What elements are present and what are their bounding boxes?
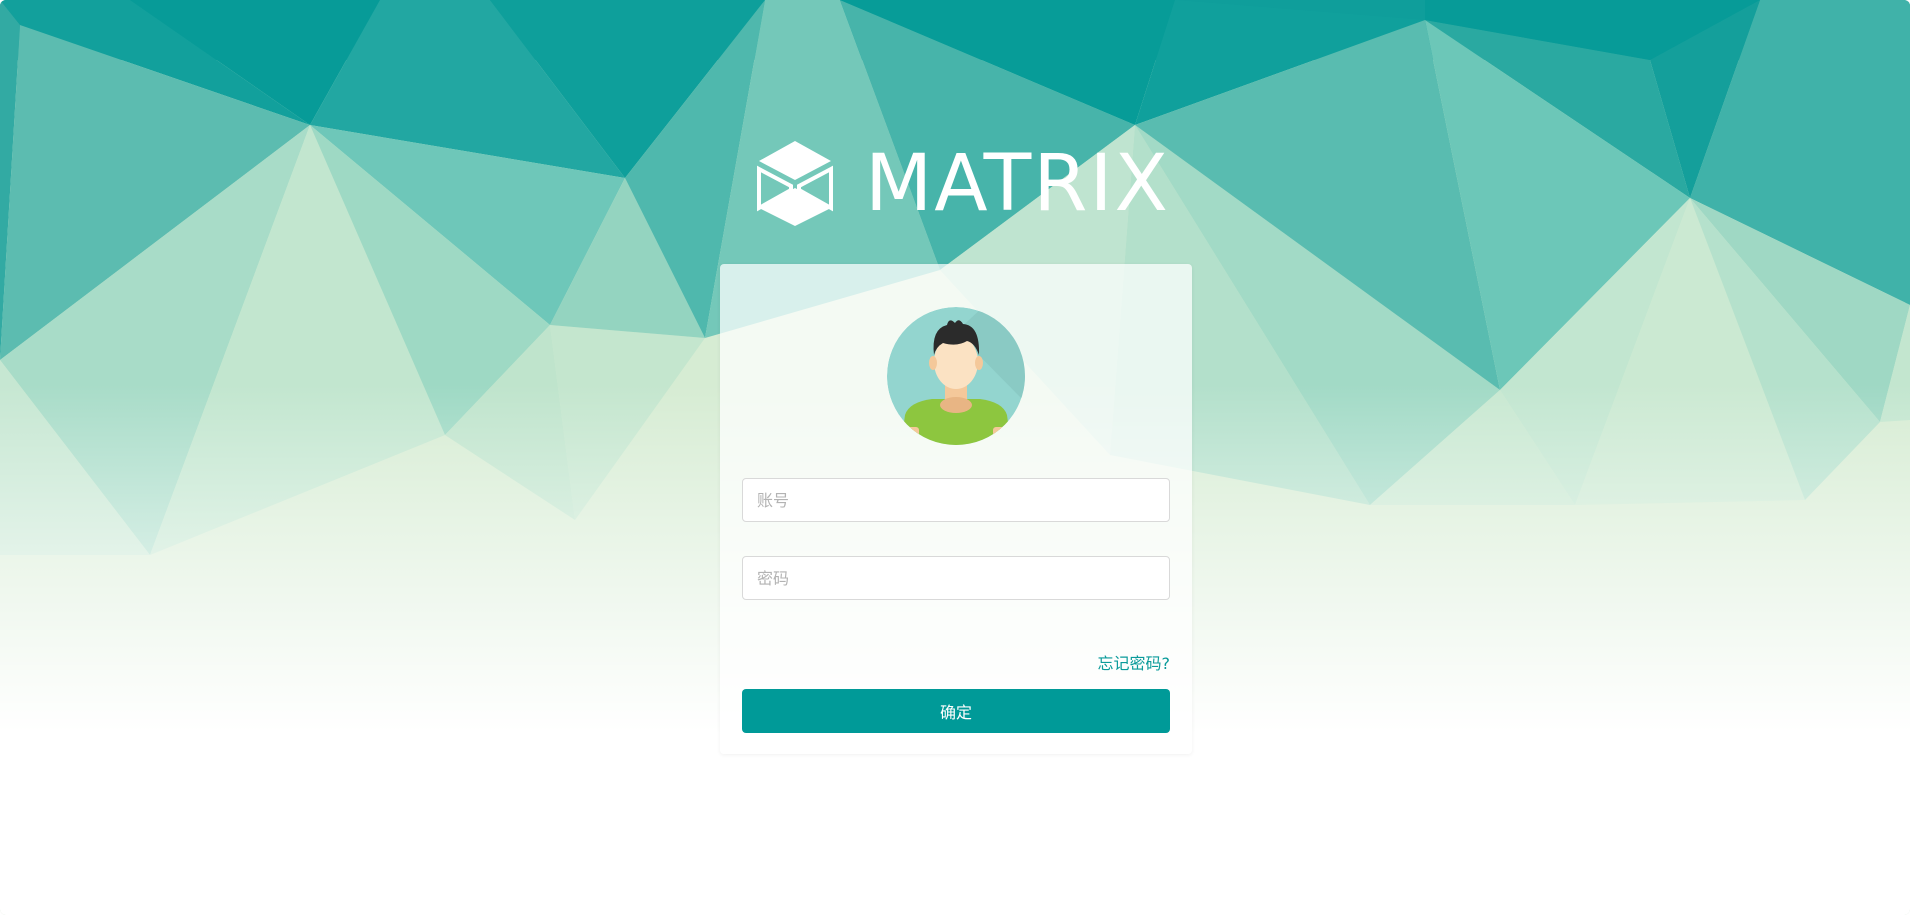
login-page: MATRIX 忘 [0, 0, 1910, 915]
user-avatar-icon [887, 307, 1025, 445]
forgot-password-link[interactable]: 忘记密码? [1098, 650, 1171, 674]
submit-button[interactable]: 确定 [742, 689, 1170, 733]
password-input[interactable] [742, 556, 1170, 600]
brand-name: MATRIX [865, 139, 1170, 229]
account-input[interactable] [742, 478, 1170, 522]
login-card: 忘记密码? 确定 [720, 264, 1192, 754]
cube-logo-icon [757, 141, 833, 226]
brand-logo: MATRIX [755, 138, 1175, 230]
